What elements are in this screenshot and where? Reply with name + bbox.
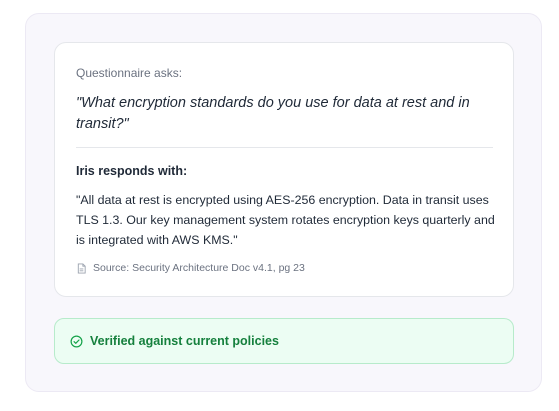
answer-panel: Questionnaire asks: "What encryption sta… [25, 13, 542, 392]
answer-text: "All data at rest is encrypted using AES… [76, 193, 495, 247]
source-text: Source: Security Architecture Doc v4.1, … [93, 262, 305, 274]
question-label: Questionnaire asks: [76, 66, 183, 80]
response-label: Iris responds with: [76, 164, 188, 178]
verified-text: Verified against current policies [90, 334, 279, 348]
verified-banner: Verified against current policies [54, 318, 514, 364]
document-icon [76, 262, 87, 274]
source-citation[interactable]: Source: Security Architecture Doc v4.1, … [76, 262, 305, 274]
check-circle-icon [70, 335, 83, 348]
divider [76, 147, 493, 148]
qa-card: Questionnaire asks: "What encryption sta… [54, 42, 514, 297]
question-text: "What encryption standards do you use fo… [76, 95, 470, 132]
